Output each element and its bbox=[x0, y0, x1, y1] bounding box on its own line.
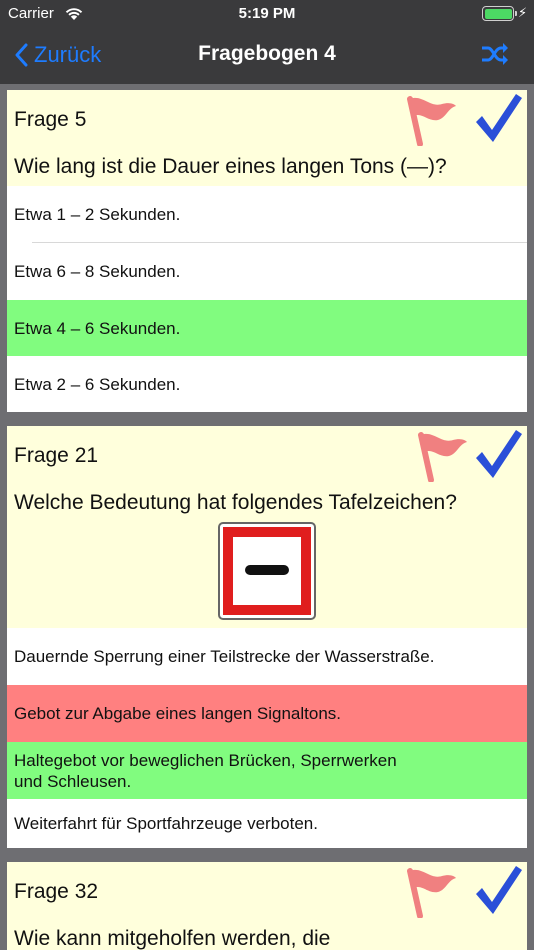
charging-bolt-icon: ⚡ bbox=[518, 5, 528, 20]
question-header: Frage 5 Wie lang ist die Dauer eines lan… bbox=[7, 90, 527, 186]
question-text: Wie lang ist die Dauer eines langen Tons… bbox=[14, 155, 447, 178]
answer-text: Etwa 6 – 8 Sekunden. bbox=[14, 262, 181, 281]
question-number: Frage 32 bbox=[14, 880, 99, 903]
answer-text-line: Haltegebot vor beweglichen Brücken, Sper… bbox=[14, 750, 397, 770]
answer-text: Etwa 2 – 6 Sekunden. bbox=[14, 374, 181, 394]
question-text: Wie kann mitgeholfen werden, die bbox=[14, 927, 331, 950]
question-number: Frage 5 bbox=[14, 108, 87, 131]
question-card: Frage 32 Wie kann mitgeholfen werden, di… bbox=[7, 862, 527, 950]
battery-tip bbox=[515, 11, 517, 16]
answer-option[interactable]: Etwa 6 – 8 Sekunden. bbox=[7, 243, 527, 300]
question-number: Frage 21 bbox=[14, 444, 99, 467]
checkmark-icon[interactable] bbox=[472, 864, 524, 916]
navigation-bar: Zurück Fragebogen 4 bbox=[0, 28, 534, 84]
question-card: Frage 21 Welche Bedeutung hat folgendes … bbox=[7, 426, 527, 848]
answer-text: Gebot zur Abgabe eines langen Signaltons… bbox=[14, 704, 342, 723]
answer-option-correct[interactable]: Etwa 4 – 6 Sekunden. bbox=[7, 300, 527, 356]
sign-image bbox=[218, 522, 316, 620]
question-header: Frage 21 Welche Bedeutung hat folgendes … bbox=[7, 426, 527, 628]
answer-option[interactable]: Etwa 2 – 6 Sekunden. bbox=[7, 356, 527, 412]
question-card: Frage 5 Wie lang ist die Dauer eines lan… bbox=[7, 90, 527, 412]
answer-text: Weiterfahrt für Sportfahrzeuge verboten. bbox=[14, 814, 318, 833]
flag-icon[interactable] bbox=[415, 432, 471, 482]
answer-option[interactable]: Weiterfahrt für Sportfahrzeuge verboten. bbox=[7, 799, 527, 848]
checkmark-icon[interactable] bbox=[472, 428, 524, 480]
page-title: Fragebogen 4 bbox=[198, 42, 336, 65]
shuffle-icon bbox=[482, 43, 508, 65]
flag-icon[interactable] bbox=[404, 868, 460, 918]
question-header: Frage 32 Wie kann mitgeholfen werden, di… bbox=[7, 862, 527, 950]
status-time: 5:19 PM bbox=[238, 5, 296, 22]
answer-option-wrong[interactable]: Gebot zur Abgabe eines langen Signaltons… bbox=[7, 685, 527, 742]
question-text: Welche Bedeutung hat folgendes Tafelzeic… bbox=[14, 491, 457, 514]
shuffle-button[interactable] bbox=[480, 41, 510, 72]
top-bar: Carrier 5:19 PM ⚡ Zurück Fragebogen 4 bbox=[0, 0, 534, 84]
answer-option[interactable]: Dauernde Sperrung einer Teilstrecke der … bbox=[7, 628, 527, 685]
answer-option[interactable]: Etwa 1 – 2 Sekunden. bbox=[7, 186, 527, 243]
status-bar: Carrier 5:19 PM ⚡ bbox=[0, 0, 534, 28]
battery-icon bbox=[482, 6, 514, 21]
answer-text: Dauernde Sperrung einer Teilstrecke der … bbox=[14, 647, 435, 666]
answer-option-correct[interactable]: Haltegebot vor beweglichen Brücken, Sper… bbox=[7, 742, 527, 799]
answer-text-line: und Schleusen. bbox=[14, 771, 132, 791]
answer-text: Haltegebot vor beweglichen Brücken, Sper… bbox=[14, 750, 397, 792]
flag-icon[interactable] bbox=[404, 96, 460, 146]
checkmark-icon[interactable] bbox=[472, 92, 524, 144]
answer-text: Etwa 4 – 6 Sekunden. bbox=[14, 318, 181, 338]
answer-text: Etwa 1 – 2 Sekunden. bbox=[14, 205, 181, 224]
